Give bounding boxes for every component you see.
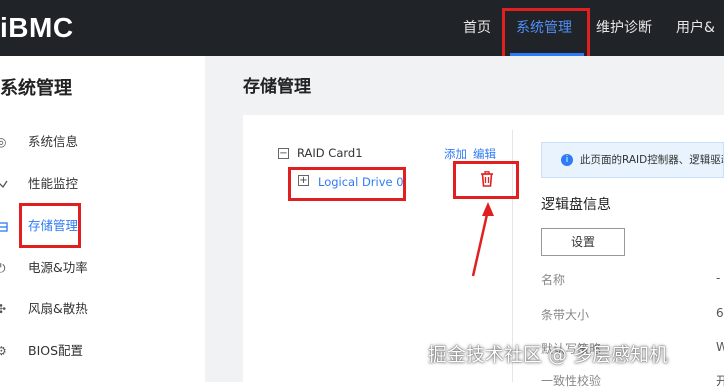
nav-home[interactable]: 首页 [463,0,491,56]
field-label-consistency: 一致性校验 [541,374,602,388]
fan-icon: ✣ [0,302,7,316]
storage-icon [0,206,10,246]
sidebar-item-bios[interactable]: ⚙ BIOS配置 [0,331,205,371]
field-value-consistency: 开 [716,374,724,388]
sidebar-title: 系统管理 [0,78,72,99]
chart-icon [0,164,10,204]
info-icon: ◎ [0,135,7,149]
highlight-box-storage [19,203,81,248]
field-label-stripe-size: 条带大小 [541,308,590,322]
sidebar-item-fan[interactable]: ✣ 风扇&散热 [0,289,205,329]
sidebar-item-power[interactable]: ⏻ 电源&功率 [0,248,205,288]
settings-button[interactable]: 设置 [541,228,625,256]
page-title: 存储管理 [243,77,311,97]
field-value-name: - [716,271,721,285]
logo: iBMC [0,12,74,43]
annotation-arrow [464,200,498,280]
sidebar-item-system-info[interactable]: ◎ 系统信息 [0,122,205,162]
sidebar-item-label: 电源&功率 [28,260,88,275]
info-banner: i 此页面的RAID控制器、逻辑驱动 [541,142,724,178]
field-value-stripe-size: 6 [716,306,724,320]
tree-node-raid-card[interactable]: RAID Card1 [297,146,363,160]
edit-link[interactable]: 编辑 [473,146,496,162]
collapse-icon[interactable]: − [278,148,289,159]
sidebar-item-performance[interactable]: 性能监控 [0,164,205,204]
field-value-write-policy: W [716,340,724,354]
sidebar-item-label: 性能监控 [28,176,79,191]
watermark: 掘金技术社区 @ 多层感知机 [428,344,669,366]
sidebar-item-label: 风扇&散热 [28,301,88,316]
nav-user-security[interactable]: 用户&安 [676,0,724,92]
sidebar-item-label: 系统信息 [28,134,79,149]
field-label-name: 名称 [541,273,566,287]
nav-maintenance[interactable]: 维护诊断 [596,0,652,56]
add-link[interactable]: 添加 [444,146,467,162]
info-icon: i [561,154,573,166]
sidebar-item-label: BIOS配置 [28,343,84,358]
gear-icon: ⚙ [0,344,7,358]
highlight-box-delete [453,161,519,199]
info-banner-text: 此页面的RAID控制器、逻辑驱动 [580,154,724,166]
content-gutter [205,56,217,382]
power-icon: ⏻ [0,261,6,275]
highlight-box-drive [288,167,406,201]
section-title: 逻辑盘信息 [541,197,611,213]
